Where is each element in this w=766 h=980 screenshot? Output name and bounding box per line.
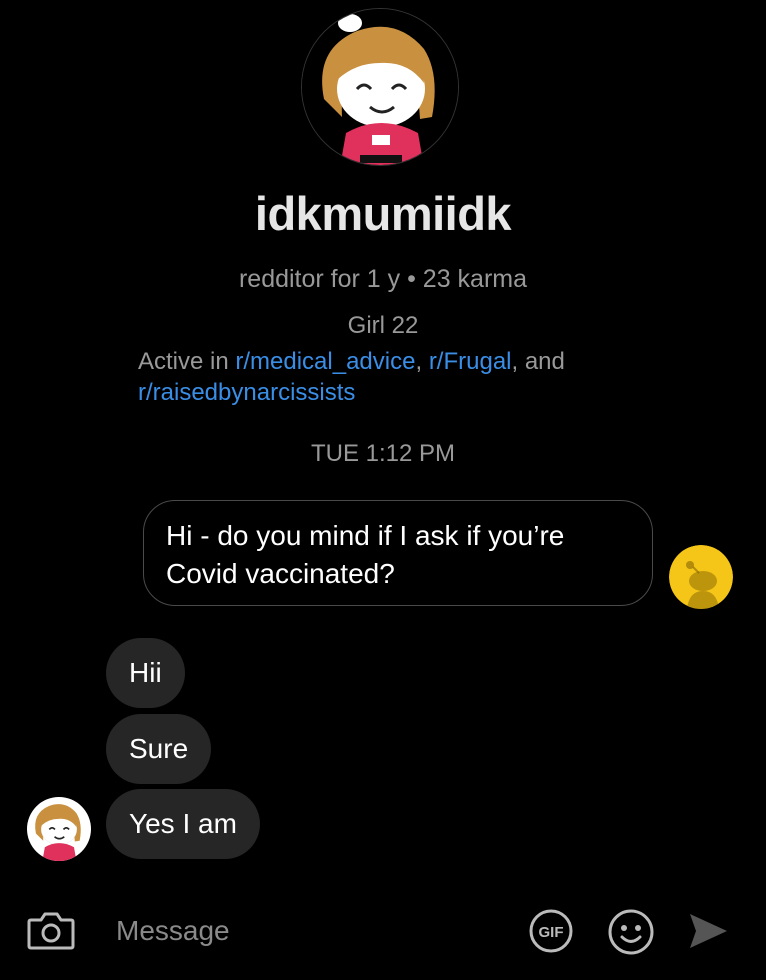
community-link-frugal[interactable]: r/Frugal [429, 348, 512, 375]
message-input[interactable] [116, 909, 506, 953]
snoo-avatar-icon [27, 797, 91, 861]
snoo-default-avatar-icon [669, 545, 733, 609]
gif-icon[interactable]: GIF [528, 908, 574, 954]
active-in-prefix: Active in [138, 348, 236, 375]
sender-avatar[interactable] [27, 797, 91, 861]
camera-icon[interactable] [27, 910, 75, 950]
profile-avatar[interactable] [301, 8, 459, 166]
community-link-medical-advice[interactable]: r/medical_advice [235, 348, 415, 375]
received-message-bubble[interactable]: Yes I am [106, 789, 260, 859]
send-icon[interactable] [687, 911, 729, 951]
active-in-line: Active in r/medical_advice, r/Frugal, an… [138, 346, 658, 408]
received-message-bubble[interactable]: Hii [106, 638, 185, 708]
active-in-separator: , and [511, 348, 565, 375]
profile-meta: redditor for 1 y • 23 karma [238, 265, 528, 293]
community-link-raisedbynarcissists[interactable]: r/raisedbynarcissists [138, 379, 355, 406]
svg-text:GIF: GIF [539, 924, 564, 941]
sent-message-bubble[interactable]: Hi - do you mind if I ask if you’re Covi… [143, 500, 653, 606]
profile-username: idkmumiidk [254, 187, 512, 240]
profile-bio: Girl 22 [347, 312, 419, 339]
my-avatar[interactable] [669, 545, 733, 609]
snoo-avatar-icon [302, 9, 458, 165]
received-message-bubble[interactable]: Sure [106, 714, 212, 784]
active-in-separator: , [415, 348, 429, 375]
message-timestamp: TUE 1:12 PM [310, 440, 456, 467]
message-composer: GIF [0, 895, 766, 970]
emoji-icon[interactable] [607, 908, 655, 956]
